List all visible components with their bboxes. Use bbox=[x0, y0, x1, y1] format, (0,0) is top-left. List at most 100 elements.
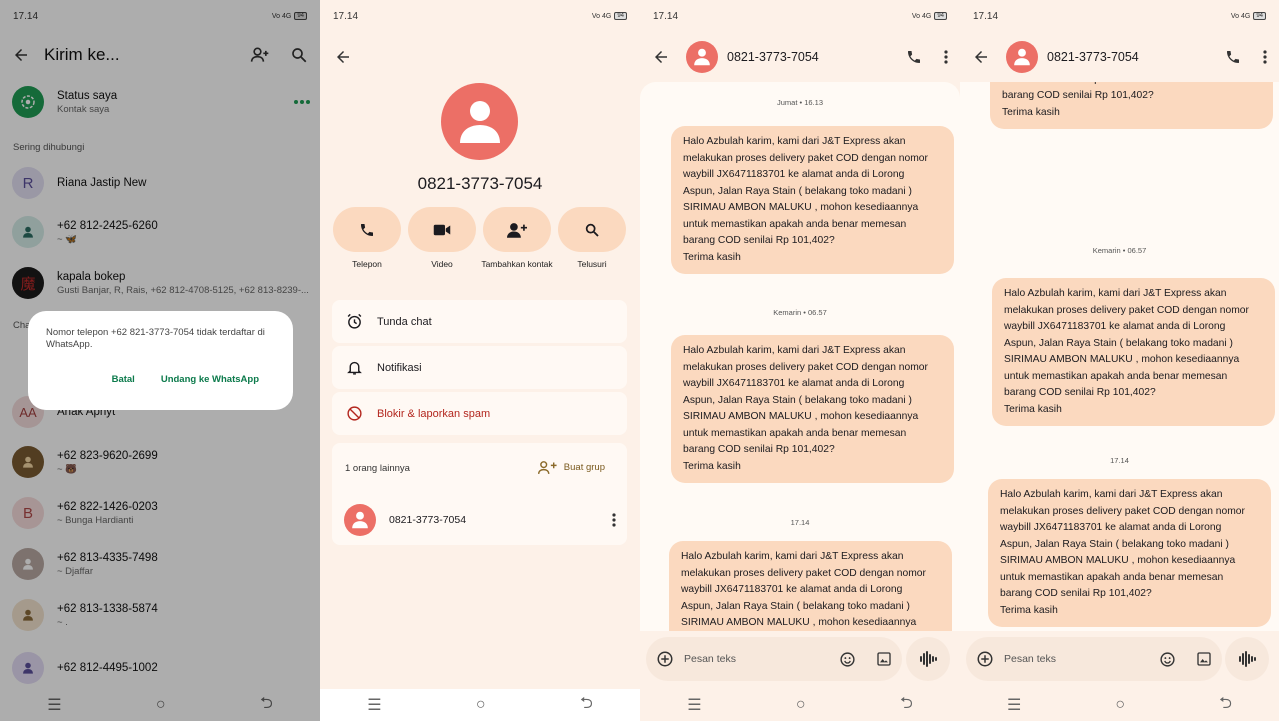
message-line: SIRIMAU AMBON MALUKU , mohon kesediaanny… bbox=[1000, 555, 1236, 566]
contact-number: 0821-3773-7054 bbox=[417, 174, 543, 193]
block-report-option[interactable]: Blokir & laporkan spam bbox=[332, 392, 627, 435]
home-nav-icon[interactable]: ○ bbox=[1115, 696, 1125, 714]
cancel-button[interactable]: Batal bbox=[112, 374, 135, 385]
create-group-button[interactable]: Buat grup bbox=[537, 460, 605, 475]
phone-icon[interactable] bbox=[1225, 49, 1241, 65]
contact-avatar[interactable] bbox=[1006, 41, 1038, 73]
emoji-icon[interactable] bbox=[1159, 651, 1176, 668]
recents-nav-icon[interactable]: ☰ bbox=[367, 695, 381, 715]
message-input[interactable]: Pesan teks bbox=[684, 653, 839, 665]
back-arrow-icon[interactable] bbox=[972, 48, 990, 66]
app-bar: 0821-3773-7054 bbox=[640, 40, 960, 74]
more-vert-icon[interactable] bbox=[612, 513, 616, 527]
phone-icon bbox=[359, 222, 375, 238]
message-line: melakukan proses delivery paket COD deng… bbox=[1004, 304, 1249, 316]
contact-details-screen: 17.14 Vo 4G 94 0821-3773-7054 Telepon Vi… bbox=[320, 0, 640, 721]
back-nav-icon[interactable]: ⮌ bbox=[580, 692, 593, 719]
message-bubble[interactable]: Halo Azbulah karim, kami dari J&T Expres… bbox=[671, 335, 954, 483]
gallery-icon[interactable] bbox=[1196, 651, 1212, 667]
add-circle-icon[interactable] bbox=[976, 650, 994, 668]
voice-message-button[interactable] bbox=[1225, 637, 1269, 681]
message-line: untuk memastikan apakah anda benar memes… bbox=[1004, 370, 1228, 382]
back-arrow-icon[interactable] bbox=[334, 48, 352, 66]
message-line: SIRIMAU AMBON MALUKU , mohon kesediaanny… bbox=[1004, 354, 1240, 365]
waveform-icon bbox=[1238, 651, 1256, 667]
compose-bar: Pesan teks bbox=[646, 637, 902, 681]
conversation-title: 0821-3773-7054 bbox=[1047, 50, 1139, 64]
member-number: 0821-3773-7054 bbox=[389, 514, 467, 526]
search-button[interactable] bbox=[558, 207, 626, 252]
video-button[interactable] bbox=[408, 207, 476, 252]
message-line: melakukan proses delivery paket COD deng… bbox=[683, 361, 928, 373]
message-thread[interactable]: Halo Azbulah karim, kami dari J&T Expres… bbox=[960, 82, 1279, 631]
message-line: untuk memastikan apakah anda benar memes… bbox=[1000, 571, 1224, 583]
signal-text: Vo 4G bbox=[1230, 12, 1251, 20]
signal-text: Vo 4G bbox=[911, 12, 932, 20]
home-nav-icon[interactable]: ○ bbox=[796, 696, 806, 714]
battery-indicator: 94 bbox=[1253, 12, 1266, 20]
message-line: SIRIMAU AMBON MALUKU , mohon kesediaanny… bbox=[683, 202, 919, 213]
snooze-chat-option[interactable]: Tunda chat bbox=[332, 300, 627, 343]
message-line: SIRIMAU AMBON MALUKU , mohon kesediaanny… bbox=[681, 617, 917, 628]
block-label: Blokir & laporkan spam bbox=[377, 407, 491, 420]
message-line: melakukan proses delivery paket COD deng… bbox=[681, 567, 926, 579]
message-line: Halo Azbulah karim, kami dari J&T Expres… bbox=[683, 136, 906, 147]
message-line: barang COD senilai Rp 101,402? bbox=[1002, 90, 1154, 101]
nav-bar: ☰ ○ ⮌ bbox=[320, 689, 640, 721]
video-label: Video bbox=[431, 259, 453, 269]
message-bubble[interactable]: Halo Azbulah karim, kami dari J&T Expres… bbox=[669, 541, 952, 631]
compose-bar: Pesan teks bbox=[966, 637, 1222, 681]
emoji-icon[interactable] bbox=[839, 651, 856, 668]
message-line: Halo Azbulah karim, kami dari J&T Expres… bbox=[1004, 288, 1227, 299]
date-separator: Kemarin • 06.57 bbox=[773, 308, 827, 317]
alarm-icon bbox=[346, 313, 363, 330]
waveform-icon bbox=[919, 651, 937, 667]
phone-icon[interactable] bbox=[906, 49, 922, 65]
message-bubble[interactable]: Halo Azbulah karim, kami dari J&T Expres… bbox=[992, 278, 1275, 426]
message-thread[interactable]: Jumat • 16.13 Halo Azbulah karim, kami d… bbox=[640, 82, 960, 631]
message-bubble[interactable]: Halo Azbulah karim, kami dari J&T Expres… bbox=[988, 479, 1271, 627]
message-line: untuk memastikan apakah anda benar memes… bbox=[683, 218, 907, 230]
message-line: waybill JX6471183701 ke alamat anda di L… bbox=[681, 584, 903, 595]
back-nav-icon[interactable]: ⮌ bbox=[1219, 692, 1232, 719]
status-time: 17.14 bbox=[333, 10, 359, 22]
voice-message-button[interactable] bbox=[906, 637, 950, 681]
contact-avatar[interactable] bbox=[686, 41, 718, 73]
invite-button[interactable]: Undang ke WhatsApp bbox=[161, 374, 259, 385]
message-line: waybill JX6471183701 ke alamat anda di L… bbox=[683, 169, 905, 180]
message-bubble[interactable]: Halo Azbulah karim, kami dari J&T Expres… bbox=[671, 126, 954, 274]
not-registered-dialog: Nomor telepon +62 821-3773-7054 tidak te… bbox=[28, 311, 293, 410]
date-separator: Kemarin • 06.57 bbox=[1092, 246, 1147, 255]
message-line: barang COD senilai Rp 101,402? bbox=[1000, 588, 1152, 599]
message-bubble[interactable]: Halo Azbulah karim, kami dari J&T Expres… bbox=[990, 82, 1273, 129]
add-contact-label: Tambahkan kontak bbox=[481, 259, 553, 269]
notifications-label: Notifikasi bbox=[377, 361, 422, 374]
message-line: Terima kasih bbox=[1000, 604, 1058, 616]
contact-avatar bbox=[441, 83, 518, 160]
search-label: Telusuri bbox=[577, 259, 607, 269]
back-arrow-icon[interactable] bbox=[652, 48, 670, 66]
notifications-option[interactable]: Notifikasi bbox=[332, 346, 627, 389]
add-circle-icon[interactable] bbox=[656, 650, 674, 668]
message-line: untuk memastikan apakah anda benar memes… bbox=[683, 427, 907, 439]
status-bar: 17.14 Vo 4G 94 bbox=[960, 0, 1279, 32]
gallery-icon[interactable] bbox=[876, 651, 892, 667]
member-row[interactable]: 0821-3773-7054 bbox=[344, 504, 616, 536]
add-contact-button[interactable] bbox=[483, 207, 551, 252]
message-line: Aspun, Jalan Raya Stain ( belakang toko … bbox=[1000, 538, 1229, 550]
recents-nav-icon[interactable]: ☰ bbox=[1007, 695, 1021, 715]
status-time: 17.14 bbox=[653, 10, 679, 22]
call-button[interactable] bbox=[333, 207, 401, 252]
home-nav-icon[interactable]: ○ bbox=[476, 696, 486, 714]
more-vert-icon[interactable] bbox=[1263, 50, 1267, 64]
message-line: Halo Azbulah karim, kami dari J&T Expres… bbox=[683, 345, 906, 356]
recents-nav-icon[interactable]: ☰ bbox=[687, 695, 701, 715]
message-line: barang COD senilai Rp 101,402? bbox=[1004, 387, 1156, 398]
group-members-card: 1 orang lainnya Buat grup 0821-3773-7054 bbox=[332, 443, 627, 545]
back-nav-icon[interactable]: ⮌ bbox=[900, 692, 913, 719]
more-vert-icon[interactable] bbox=[944, 50, 948, 64]
add-person-icon bbox=[507, 222, 527, 238]
message-line: melakukan proses delivery paket COD deng… bbox=[683, 152, 928, 164]
message-input[interactable]: Pesan teks bbox=[1004, 653, 1159, 665]
date-separator: 17.14 bbox=[790, 518, 810, 527]
